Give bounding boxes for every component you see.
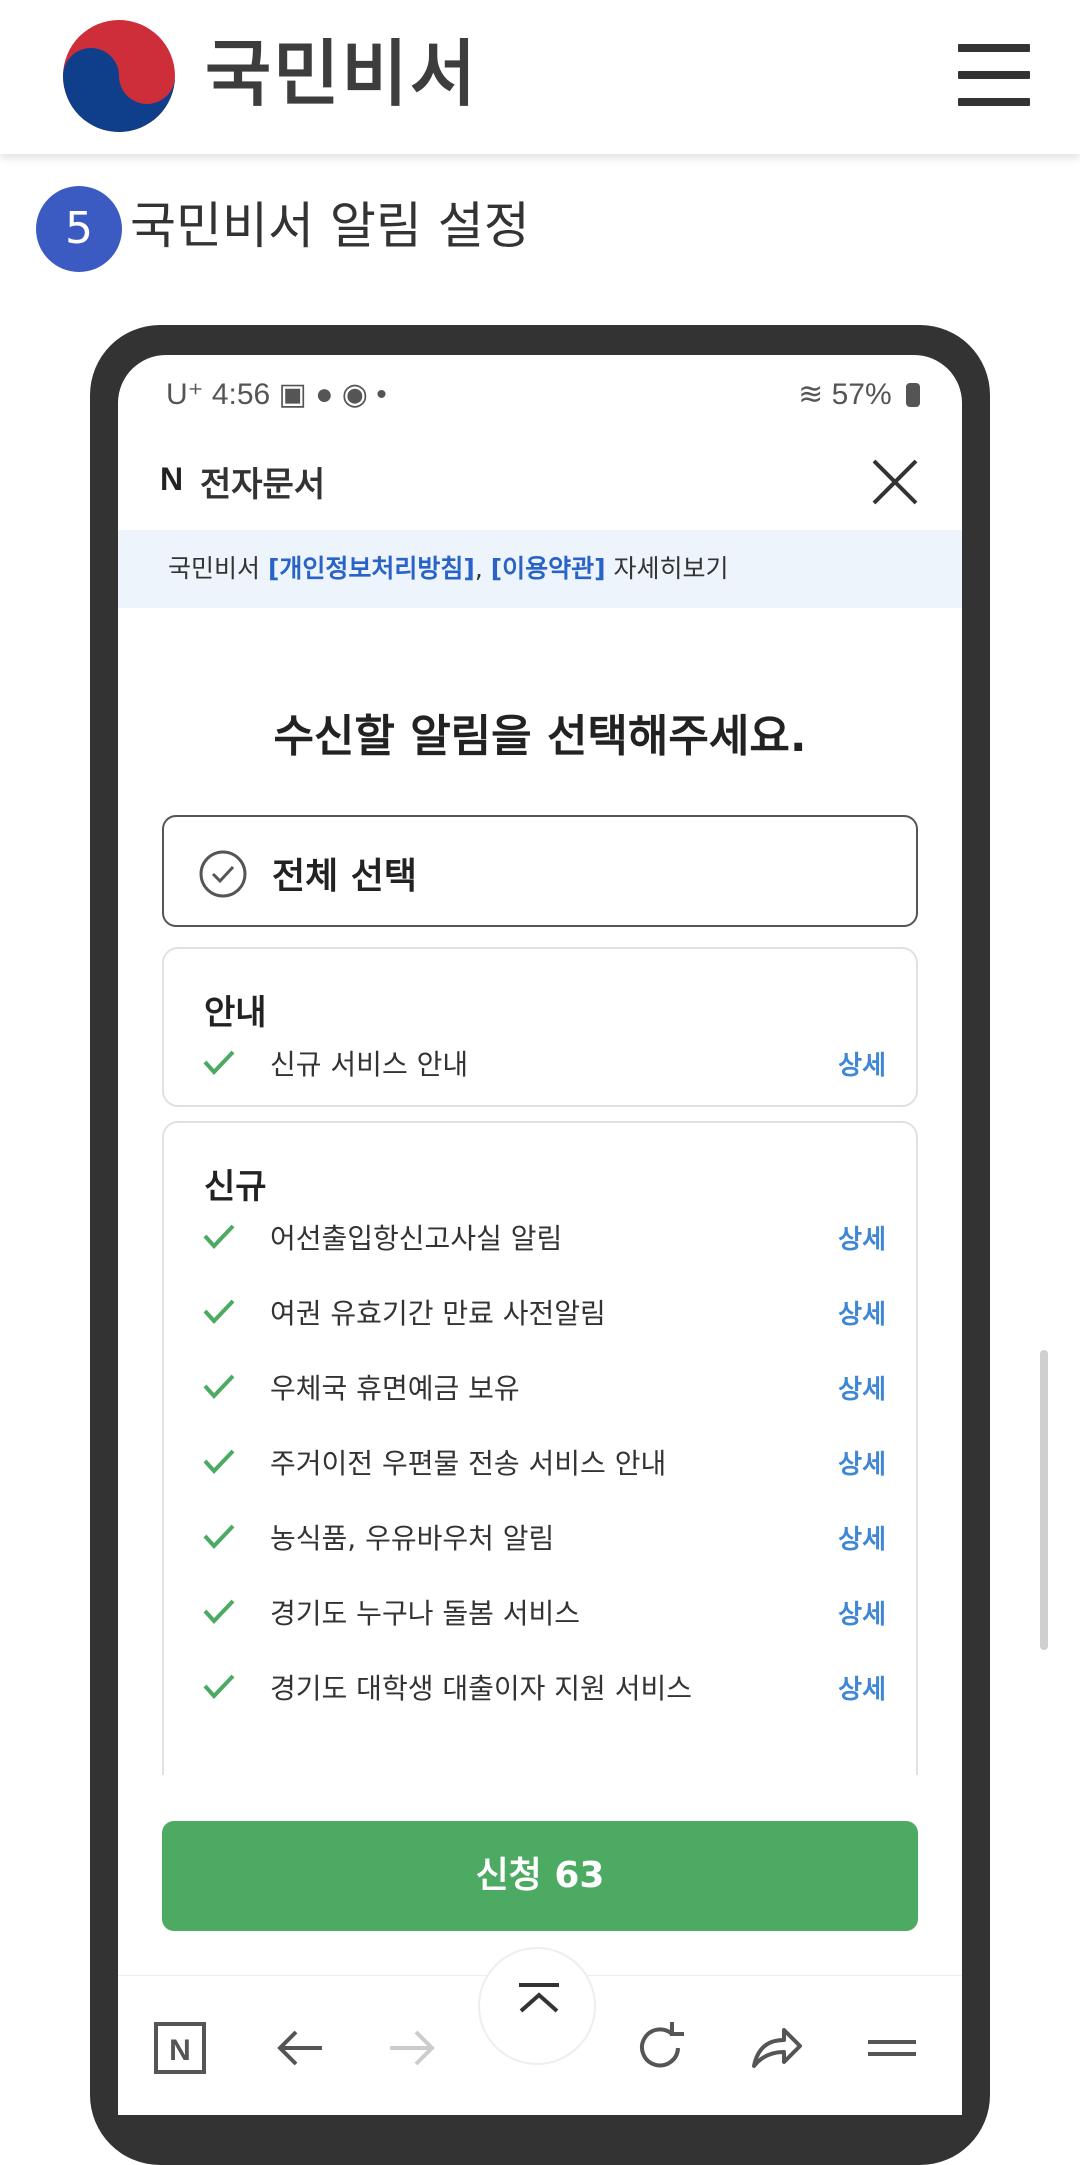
terms-link[interactable]: [이용약관] [491, 554, 606, 583]
back-arrow-icon[interactable] [268, 2016, 332, 2080]
scroll-top-icon [519, 1983, 559, 2013]
list-item[interactable]: 경기도 누구나 돌봄 서비스 상세 [164, 1582, 916, 1642]
detail-link[interactable]: 상세 [838, 1294, 886, 1331]
app-header: N 전자문서 [118, 435, 962, 525]
list-item[interactable]: 어선출입항신고사실 알림 상세 [164, 1207, 916, 1267]
detail-link[interactable]: 상세 [838, 1669, 886, 1706]
select-all-label: 전체 선택 [272, 856, 418, 897]
svg-text:N: N [169, 2034, 191, 2067]
status-bar: U⁺ 4:56 ▣ ● ◉ • ≋ 57% [118, 355, 962, 435]
app-title: 전자문서 [200, 465, 326, 505]
list-item[interactable]: 경기도 대학생 대출이자 지원 서비스 상세 [164, 1657, 916, 1717]
naver-logo-icon: N [160, 461, 184, 497]
page-scrollbar[interactable] [1040, 1350, 1048, 1650]
site-header: 국민비서 [0, 0, 1080, 154]
list-item[interactable]: 우체국 휴면예금 보유 상세 [164, 1357, 916, 1417]
forward-arrow-icon[interactable] [380, 2016, 444, 2080]
detail-link[interactable]: 상세 [838, 1519, 886, 1556]
apply-button[interactable]: 신청 63 [162, 1821, 918, 1931]
menu-icon[interactable] [958, 44, 1030, 106]
share-icon[interactable] [744, 2016, 808, 2080]
policy-notice: 국민비서 [개인정보처리방침], [이용약관] 자세히보기 [118, 530, 962, 608]
checkmark-icon [203, 1524, 235, 1549]
step-title: 국민비서 알림 설정 [130, 197, 530, 255]
item-label: 여권 유효기간 만료 사전알림 [270, 1297, 606, 1330]
section-title: 신규 [204, 1167, 267, 1207]
checkmark-icon [203, 1224, 235, 1249]
battery-icon [906, 383, 920, 407]
item-label: 주거이전 우편물 전송 서비스 안내 [270, 1447, 667, 1480]
list-item[interactable]: 여권 유효기간 만료 사전알림 상세 [164, 1282, 916, 1342]
scroll-to-top-button[interactable] [478, 1947, 596, 2065]
detail-link[interactable]: 상세 [838, 1444, 886, 1481]
item-label: 경기도 대학생 대출이자 지원 서비스 [270, 1672, 693, 1705]
select-notifications-heading: 수신할 알림을 선택해주세요. [273, 711, 807, 762]
site-title: 국민비서 [205, 32, 478, 116]
menu-lines-icon[interactable] [860, 2016, 924, 2080]
checkmark-icon [203, 1050, 235, 1075]
item-label: 어선출입항신고사실 알림 [270, 1222, 563, 1255]
new-section-card: 신규 어선출입항신고사실 알림 상세 여권 유효기간 만료 사전알림 상세 우체… [162, 1121, 918, 1821]
close-icon[interactable] [868, 455, 922, 509]
government-logo-icon [63, 20, 175, 132]
section-title: 안내 [204, 993, 267, 1033]
checkmark-icon [203, 1374, 235, 1399]
check-circle-icon [199, 850, 247, 898]
step-number-badge: 5 [36, 186, 122, 272]
item-label: 경기도 누구나 돌봄 서비스 [270, 1597, 581, 1630]
privacy-policy-link[interactable]: [개인정보처리방침] [268, 554, 475, 583]
notice-suffix: 자세히보기 [605, 554, 729, 583]
detail-link[interactable]: 상세 [838, 1369, 886, 1406]
detail-link[interactable]: 상세 [838, 1045, 886, 1082]
refresh-icon[interactable] [628, 2016, 692, 2080]
naver-home-icon[interactable]: N [148, 2016, 212, 2080]
status-time: U⁺ 4:56 ▣ ● ◉ • [166, 378, 387, 411]
checkmark-icon [203, 1674, 235, 1699]
checkmark-icon [203, 1449, 235, 1474]
select-all-checkbox[interactable]: 전체 선택 [162, 815, 918, 927]
checkmark-icon [203, 1599, 235, 1624]
phone-screen: U⁺ 4:56 ▣ ● ◉ • ≋ 57% N 전자문서 국민비서 [개인정보처… [118, 355, 962, 2115]
item-label: 신규 서비스 안내 [270, 1048, 469, 1081]
list-item[interactable]: 신규 서비스 안내 상세 [164, 1033, 916, 1093]
status-right: ≋ 57% [798, 377, 920, 412]
notice-prefix: 국민비서 [168, 554, 268, 583]
battery-level: 57% [831, 378, 892, 411]
item-label: 농식품, 우유바우처 알림 [270, 1522, 555, 1555]
notice-separator: , [474, 554, 491, 583]
notice-section-card: 안내 신규 서비스 안내 상세 [162, 947, 918, 1107]
list-item[interactable]: 농식품, 우유바우처 알림 상세 [164, 1507, 916, 1567]
list-item[interactable]: 주거이전 우편물 전송 서비스 안내 상세 [164, 1432, 916, 1492]
detail-link[interactable]: 상세 [838, 1594, 886, 1631]
wifi-icon: ≋ [798, 378, 824, 411]
item-label: 우체국 휴면예금 보유 [270, 1372, 520, 1405]
checkmark-icon [203, 1299, 235, 1324]
detail-link[interactable]: 상세 [838, 1219, 886, 1256]
